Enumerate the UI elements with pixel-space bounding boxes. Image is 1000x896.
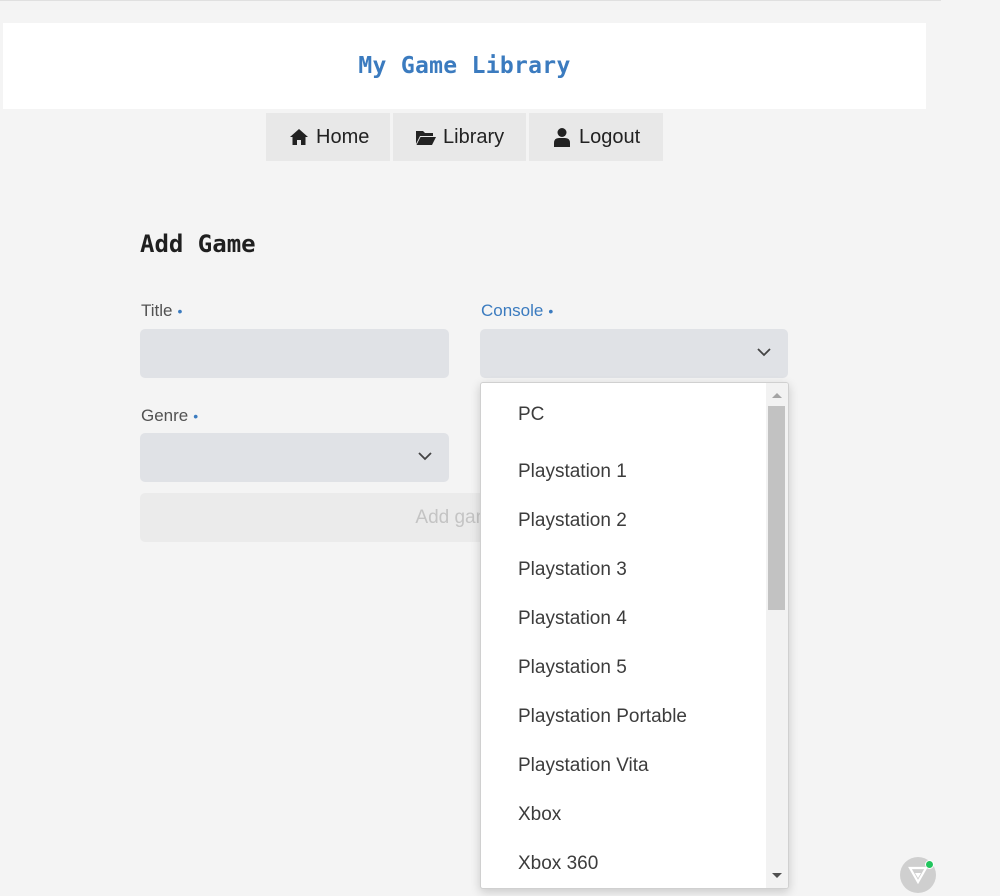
- assistant-logo-icon: [908, 866, 928, 884]
- console-option-list: PC Playstation 1 Playstation 2 Playstation …: [481, 383, 768, 888]
- user-icon: [551, 126, 573, 148]
- genre-label: Genre •: [141, 406, 198, 426]
- console-option[interactable]: Xbox: [481, 790, 768, 839]
- console-label-text: Console: [481, 301, 544, 320]
- main-nav: Home Library Logout: [266, 113, 663, 161]
- form-heading: Add Game: [140, 230, 256, 258]
- scrollbar-thumb[interactable]: [768, 406, 785, 610]
- console-option[interactable]: Playstation Portable: [481, 692, 768, 741]
- chevron-down-icon: [757, 348, 771, 357]
- required-marker: •: [177, 303, 183, 319]
- nav-library-label: Library: [443, 125, 505, 148]
- required-marker: •: [193, 408, 199, 424]
- nav-logout-label: Logout: [579, 125, 641, 148]
- console-option[interactable]: Playstation 2: [481, 496, 768, 545]
- nav-logout-button[interactable]: Logout: [529, 113, 663, 161]
- console-option[interactable]: Xbox 360: [481, 839, 768, 888]
- top-divider: [0, 0, 941, 1]
- app-title: My Game Library: [358, 53, 571, 79]
- title-label-text: Title: [141, 301, 173, 320]
- nav-home-label: Home: [316, 125, 370, 148]
- console-option[interactable]: Playstation 4: [481, 594, 768, 643]
- scroll-down-icon[interactable]: [772, 873, 782, 878]
- right-gutter: [941, 0, 1000, 896]
- required-marker: •: [548, 303, 554, 319]
- folder-open-icon: [415, 126, 437, 148]
- console-dropdown-menu: PC Playstation 1 Playstation 2 Playstation …: [480, 382, 789, 889]
- console-option[interactable]: PC: [481, 383, 768, 447]
- console-select[interactable]: [480, 329, 788, 378]
- app-header: My Game Library: [3, 23, 926, 109]
- console-option[interactable]: Playstation 3: [481, 545, 768, 594]
- nav-library-button[interactable]: Library: [393, 113, 526, 161]
- online-status-dot: [925, 860, 934, 869]
- genre-select[interactable]: [140, 433, 449, 482]
- title-input[interactable]: [140, 329, 449, 378]
- console-option[interactable]: Playstation 5: [481, 643, 768, 692]
- dropdown-scrollbar[interactable]: [766, 383, 788, 888]
- console-option[interactable]: Playstation Vita: [481, 741, 768, 790]
- genre-label-text: Genre: [141, 406, 189, 425]
- scroll-up-icon[interactable]: [772, 393, 782, 398]
- chevron-down-icon: [418, 452, 432, 461]
- home-icon: [288, 126, 310, 148]
- console-label: Console •: [481, 301, 553, 321]
- nav-home-button[interactable]: Home: [266, 113, 390, 161]
- title-label: Title •: [141, 301, 182, 321]
- console-option[interactable]: Playstation 1: [481, 447, 768, 496]
